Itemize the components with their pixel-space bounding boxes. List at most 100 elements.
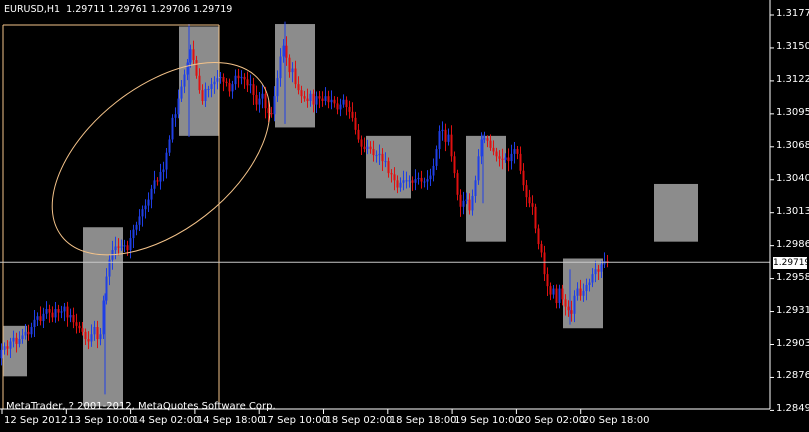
- candle-body: [87, 339, 90, 342]
- candle-body: [138, 216, 141, 225]
- candle-body: [159, 171, 162, 182]
- candle-body: [72, 315, 75, 323]
- candle-body: [453, 156, 456, 174]
- candle-body: [486, 138, 489, 141]
- candle-body: [297, 84, 300, 91]
- candle-body: [24, 331, 27, 336]
- candle-body: [129, 238, 132, 251]
- candle-body: [333, 99, 336, 104]
- candle-body: [36, 316, 39, 320]
- candle-body: [279, 56, 282, 79]
- candle-body: [552, 288, 555, 295]
- candle-body: [357, 129, 360, 140]
- candle-body: [402, 180, 405, 183]
- candle-body: [573, 295, 576, 314]
- candle-body: [9, 341, 12, 349]
- candle-body: [480, 139, 483, 157]
- highlight-box: [654, 183, 698, 242]
- candle-body: [588, 282, 591, 285]
- candle-body: [21, 335, 24, 340]
- candle-body: [408, 180, 411, 182]
- candle-body: [30, 327, 33, 335]
- candle-body: [84, 331, 87, 340]
- candle-body: [78, 325, 81, 329]
- candle-body: [210, 84, 213, 89]
- candle-body: [474, 180, 477, 196]
- candle-body: [264, 93, 267, 109]
- candle-body: [567, 306, 570, 311]
- candle-body: [303, 96, 306, 99]
- candle-body: [3, 346, 6, 350]
- candle-body: [204, 88, 207, 101]
- candle-body: [156, 180, 159, 182]
- candle-body: [540, 244, 543, 253]
- candle-body: [495, 151, 498, 157]
- candle-body: [180, 86, 183, 99]
- candle-body: [324, 96, 327, 101]
- candle-body: [231, 84, 234, 92]
- candle-body: [327, 96, 330, 103]
- candle-body: [423, 181, 426, 183]
- candle-body: [384, 161, 387, 163]
- candle-body: [513, 149, 516, 154]
- time-axis-label: 12 Sep 2012: [4, 415, 68, 426]
- candle-body: [414, 179, 417, 183]
- candle-body: [27, 331, 30, 335]
- candle-body: [447, 134, 450, 142]
- candle-body: [207, 88, 210, 90]
- candle-body: [492, 147, 495, 152]
- candle-body: [483, 138, 486, 140]
- candle-body: [123, 245, 126, 247]
- candle-body: [597, 269, 600, 272]
- candle-body: [591, 274, 594, 283]
- candle-body: [528, 197, 531, 204]
- candle-body: [396, 180, 399, 188]
- candle-body: [585, 284, 588, 291]
- candle-body: [354, 117, 357, 130]
- time-axis-label: 13 Sep 10:00: [68, 415, 136, 426]
- symbol-label: EURUSD,H1: [4, 4, 61, 15]
- candle-body: [18, 339, 21, 344]
- candle-body: [321, 98, 324, 101]
- candle-body: [198, 75, 201, 91]
- candle-body: [183, 74, 186, 87]
- candle-body: [363, 146, 366, 150]
- candle-body: [441, 129, 444, 132]
- candle-body: [126, 245, 129, 251]
- candle-body: [273, 96, 276, 115]
- candle-body: [6, 346, 9, 349]
- candle-body: [288, 57, 291, 73]
- candle-body: [534, 206, 537, 229]
- candle-body: [594, 269, 597, 275]
- candle-body: [147, 199, 150, 206]
- candle-body: [525, 185, 528, 198]
- candle-body: [33, 319, 36, 328]
- time-axis-label: 20 Sep 18:00: [582, 415, 650, 426]
- candle-body: [375, 155, 378, 157]
- candle-body: [132, 229, 135, 239]
- price-axis-label: 1.30405: [776, 172, 809, 184]
- price-axis-label: 1.30955: [776, 106, 809, 118]
- candle-body: [42, 313, 45, 322]
- candle-body: [63, 306, 66, 312]
- candle-body: [186, 62, 189, 75]
- candle-body: [306, 98, 309, 101]
- candle-body: [255, 94, 258, 105]
- candle-body: [81, 328, 84, 332]
- candle-body: [582, 290, 585, 296]
- candle-body: [462, 200, 465, 207]
- chart-header: EURUSD,H1 1.29711 1.29761 1.29706 1.2971…: [4, 4, 232, 15]
- candle-body: [543, 252, 546, 275]
- candle-body: [117, 246, 120, 248]
- ohlc-values: 1.29711 1.29761 1.29706 1.29719: [66, 4, 233, 15]
- candle-body: [456, 173, 459, 195]
- price-chart[interactable]: [0, 0, 809, 432]
- candle-body: [420, 177, 423, 182]
- candle-body: [222, 76, 225, 82]
- candle-body: [282, 45, 285, 57]
- time-axis-label: 18 Sep 18:00: [389, 415, 457, 426]
- candle-body: [393, 174, 396, 181]
- candle-body: [48, 309, 51, 313]
- candle-body: [378, 153, 381, 156]
- candle-body: [228, 82, 231, 92]
